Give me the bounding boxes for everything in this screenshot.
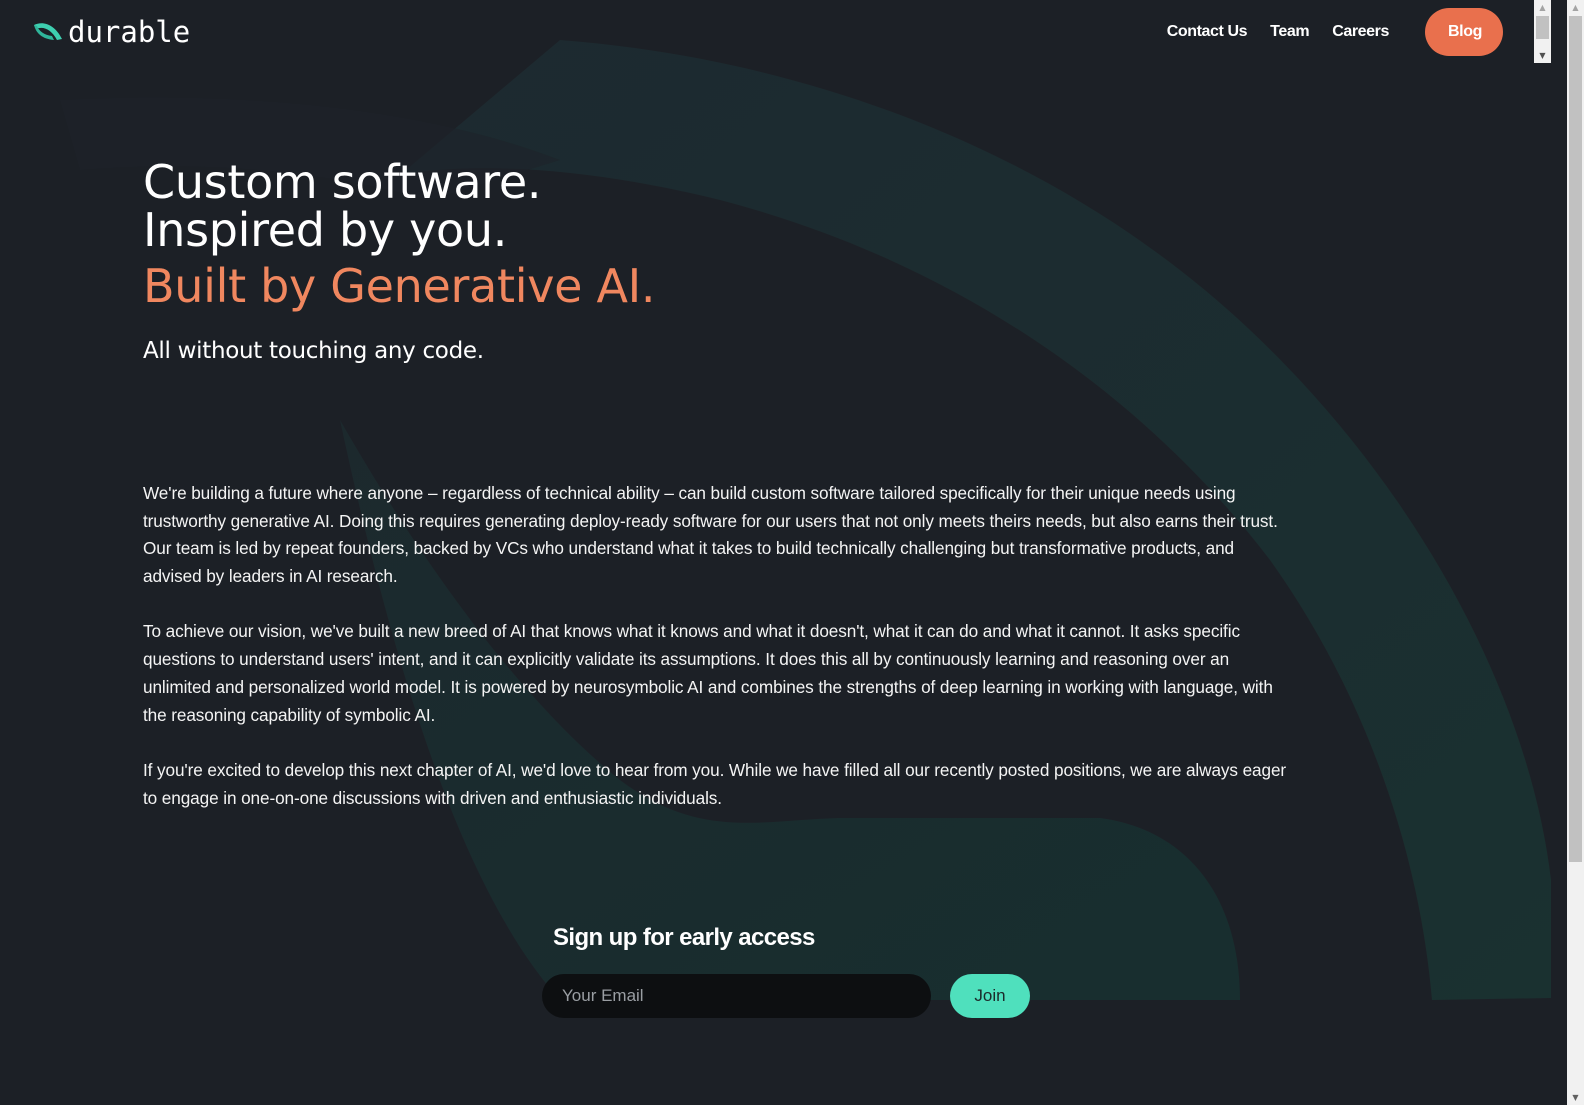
leaf-arc-icon [34,23,62,40]
about-paragraph: To achieve our vision, we've built a new… [143,621,1273,725]
scroll-up-arrow-icon[interactable]: ▲ [1567,0,1584,15]
hero-subtitle: All without touching any code. [143,338,484,364]
join-button[interactable]: Join [950,974,1030,1018]
nav-link-careers[interactable]: Careers [1332,23,1389,41]
page-scrollbar[interactable]: ▲ ▼ [1567,0,1584,1105]
scroll-down-arrow-icon[interactable]: ▼ [1534,48,1551,63]
logo-link[interactable]: durable [32,15,190,49]
signup-title: Sign up for early access [553,924,815,951]
hero-headline: Custom software. Inspired by you. Built … [143,155,656,313]
page: durable Contact Us Team Careers Blog Cus… [0,0,1551,1105]
blog-button[interactable]: Blog [1425,8,1503,56]
nav-link-contact-us[interactable]: Contact Us [1167,23,1248,41]
nav-link-team[interactable]: Team [1270,23,1309,41]
hero-line-1: Custom software. [143,155,542,209]
top-nav: Contact Us Team Careers Blog [1144,8,1503,56]
about-paragraph: We're building a future where anyone – r… [143,483,1278,587]
brand-name: durable [68,15,191,49]
email-input[interactable] [542,974,931,1018]
nav-scrollbar-thumb[interactable] [1536,16,1549,39]
page-scrollbar-thumb[interactable] [1569,16,1582,862]
scroll-down-arrow-icon[interactable]: ▼ [1567,1090,1584,1105]
about-copy: We're building a future where anyone – r… [143,480,1293,840]
hero-section: Custom software. Inspired by you. Built … [143,155,656,366]
hero-line-accent: Built by Generative AI. [143,259,656,313]
nav-scrollbar[interactable]: ▲ ▼ [1534,0,1551,63]
about-paragraph: If you're excited to develop this next c… [143,759,1287,808]
scroll-up-arrow-icon[interactable]: ▲ [1534,0,1551,15]
hero-line-2: Inspired by you. [143,203,508,257]
